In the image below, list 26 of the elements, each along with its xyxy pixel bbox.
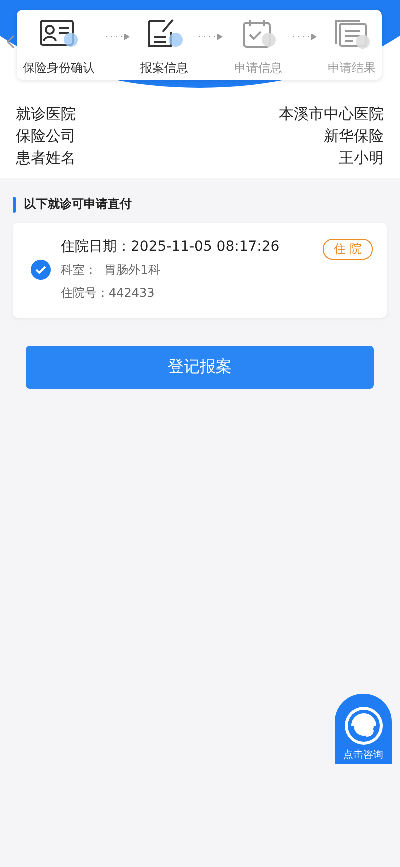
arrow-icon	[104, 34, 131, 40]
department-text: 科室： 胃肠外1科	[61, 262, 162, 279]
consult-button[interactable]: 点击咨询	[335, 694, 392, 764]
visit-tag: 住 院	[323, 239, 373, 260]
info-value: 本溪市中心医院	[279, 104, 384, 124]
id-card-icon	[39, 18, 79, 50]
section-title: 以下就诊可申请直付	[24, 196, 132, 213]
info-value: 新华保险	[324, 126, 384, 146]
info-label: 患者姓名	[16, 148, 76, 168]
consult-label: 点击咨询	[344, 748, 384, 762]
submit-button[interactable]: 登记报案	[26, 346, 374, 389]
arrow-icon	[292, 34, 318, 40]
info-label: 保险公司	[16, 126, 76, 146]
arrow-icon	[198, 34, 224, 40]
admission-number: 住院号：442433	[61, 285, 156, 302]
step-label: 保险身份确认	[23, 60, 95, 77]
step-label: 申请结果	[328, 60, 376, 77]
step-label: 申请信息	[234, 60, 282, 77]
visit-title: 住院日期：2025-11-05 08:17:26	[61, 238, 280, 256]
section-marker	[13, 196, 16, 212]
back-icon[interactable]	[6, 34, 16, 50]
checkbox[interactable]	[31, 260, 51, 280]
info-label: 就诊医院	[16, 104, 76, 124]
visit-card[interactable]: 住院日期：2025-11-05 08:17:26 科室： 胃肠外1科 住院号：442433 住 院	[13, 223, 387, 318]
info-value: 王小明	[339, 148, 384, 168]
step-label: 报案信息	[140, 60, 189, 77]
